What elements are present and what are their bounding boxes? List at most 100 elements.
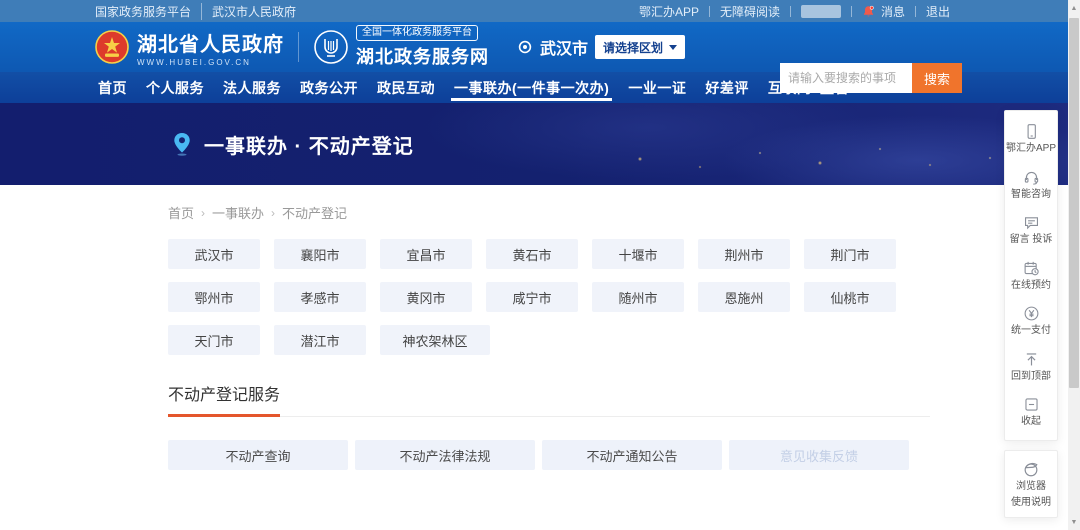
service-button[interactable]: 意见收集反馈 bbox=[729, 440, 909, 470]
nav-item[interactable]: 一事联办(一件事一次办) bbox=[451, 72, 612, 103]
topbar-messages-link[interactable]: 消息 bbox=[881, 3, 905, 20]
phone-icon bbox=[1023, 123, 1040, 140]
floating-toolbar: 鄂汇办APP 智能咨询 留言 投诉 bbox=[1004, 110, 1058, 441]
city-button[interactable]: 潜江市 bbox=[274, 325, 366, 355]
national-emblem-icon bbox=[95, 30, 129, 64]
city-button[interactable]: 宜昌市 bbox=[380, 239, 472, 269]
divider bbox=[298, 32, 299, 62]
city-button[interactable]: 十堰市 bbox=[592, 239, 684, 269]
city-button[interactable]: 荆州市 bbox=[698, 239, 790, 269]
sidebar-item-label: 收起 bbox=[1021, 416, 1041, 429]
back-to-top-icon bbox=[1023, 351, 1040, 368]
topbar-left-links: 国家政务服务平台武汉市人民政府 bbox=[95, 3, 296, 20]
nav-item[interactable]: 政民互动 bbox=[374, 72, 438, 103]
map-pin-icon bbox=[172, 132, 192, 156]
comment-icon bbox=[1023, 214, 1040, 231]
gov-title-block: 湖北省人民政府 WWW.HUBEI.GOV.CN bbox=[137, 28, 284, 67]
scrollbar-thumb[interactable] bbox=[1069, 18, 1079, 388]
username-blurred bbox=[801, 5, 841, 18]
topbar-accessibility-link[interactable]: 无障碍阅读 bbox=[720, 3, 780, 20]
bell-icon[interactable] bbox=[862, 5, 875, 18]
city-button[interactable]: 恩施州 bbox=[698, 282, 790, 312]
service-button[interactable]: 不动产查询 bbox=[168, 440, 348, 470]
gov-url: WWW.HUBEI.GOV.CN bbox=[137, 58, 284, 67]
city-button-grid: 武汉市襄阳市宜昌市黄石市十堰市荆州市荆门市鄂州市孝感市黄冈市咸宁市随州市恩施州仙… bbox=[168, 239, 912, 355]
topbar-gov-link[interactable]: 国家政务服务平台 bbox=[95, 3, 191, 20]
platform-badge: 全国一体化政务服务平台 bbox=[356, 25, 478, 41]
city-button[interactable]: 仙桃市 bbox=[804, 282, 896, 312]
breadcrumb: 首页一事联办不动产登记 bbox=[168, 203, 1080, 222]
page-banner: 一事联办 · 不动产登记 bbox=[0, 103, 1080, 185]
district-selector-button[interactable]: 请选择区划 bbox=[595, 35, 685, 59]
site-name: 湖北政务服务网 bbox=[356, 43, 489, 69]
location-icon bbox=[517, 39, 533, 55]
breadcrumb-item: 不动产登记 bbox=[271, 203, 347, 222]
current-city: 武汉市 bbox=[540, 35, 588, 59]
chevron-down-icon bbox=[669, 45, 677, 50]
sidebar-item-payment[interactable]: 统一支付 bbox=[1005, 298, 1057, 344]
city-button[interactable]: 黄石市 bbox=[486, 239, 578, 269]
service-button[interactable]: 不动产通知公告 bbox=[542, 440, 722, 470]
sidebar-item-label: 回到顶部 bbox=[1011, 371, 1051, 384]
service-button[interactable]: 不动产法律法规 bbox=[355, 440, 535, 470]
yuan-pay-icon bbox=[1023, 305, 1040, 322]
sidebar-item-feedback[interactable]: 留言 投诉 bbox=[1005, 207, 1057, 253]
page: 国家政务服务平台武汉市人民政府 鄂汇办APP 无障碍阅读 消息 退出 湖北省人民… bbox=[0, 0, 1080, 530]
sidebar-item-label: 统一支付 bbox=[1011, 325, 1051, 338]
nav-item[interactable]: 一业一证 bbox=[625, 72, 689, 103]
nav-item[interactable]: 首页 bbox=[95, 72, 130, 103]
calendar-clock-icon bbox=[1023, 260, 1040, 277]
topbar-app-link[interactable]: 鄂汇办APP bbox=[639, 3, 699, 20]
sidebar-item-consult[interactable]: 智能咨询 bbox=[1005, 162, 1057, 208]
nav-item[interactable]: 法人服务 bbox=[220, 72, 284, 103]
scrollbar[interactable]: ▲ ▼ bbox=[1068, 0, 1080, 530]
city-button[interactable]: 荆门市 bbox=[804, 239, 896, 269]
sidebar-item-label: 鄂汇办APP bbox=[1006, 143, 1056, 156]
nav-item[interactable]: 政务公开 bbox=[297, 72, 361, 103]
city-button[interactable]: 黄冈市 bbox=[380, 282, 472, 312]
city-selector-area: 武汉市 请选择区划 bbox=[517, 35, 685, 59]
search-button[interactable]: 搜索 bbox=[912, 63, 962, 93]
browser-help-line2: 使用说明 bbox=[1011, 497, 1051, 510]
sidebar-item-collapse[interactable]: 收起 bbox=[1005, 389, 1057, 435]
search-box: 搜索 bbox=[780, 63, 962, 93]
city-button[interactable]: 天门市 bbox=[168, 325, 260, 355]
headset-icon bbox=[1023, 169, 1040, 186]
breadcrumb-item: 首页 bbox=[168, 203, 194, 222]
search-input[interactable] bbox=[780, 63, 912, 93]
sidebar-item-label: 智能咨询 bbox=[1011, 189, 1051, 202]
site-title-block: 全国一体化政务服务平台 湖北政务服务网 bbox=[356, 25, 489, 69]
divider bbox=[709, 6, 710, 17]
sidebar-item-app[interactable]: 鄂汇办APP bbox=[1005, 116, 1057, 162]
topbar-gov-link[interactable]: 武汉市人民政府 bbox=[201, 3, 296, 20]
breadcrumb-link[interactable]: 不动产登记 bbox=[282, 203, 347, 222]
breadcrumb-link[interactable]: 一事联办 bbox=[212, 203, 264, 222]
city-button[interactable]: 咸宁市 bbox=[486, 282, 578, 312]
topbar-right-links: 鄂汇办APP 无障碍阅读 消息 退出 bbox=[639, 3, 950, 20]
scrollbar-up-arrow[interactable]: ▲ bbox=[1068, 2, 1080, 14]
top-utility-bar: 国家政务服务平台武汉市人民政府 鄂汇办APP 无障碍阅读 消息 退出 bbox=[0, 0, 1080, 22]
browser-help-card[interactable]: 浏览器 使用说明 bbox=[1004, 450, 1058, 518]
nav-item[interactable]: 好差评 bbox=[702, 72, 752, 103]
topbar-logout-link[interactable]: 退出 bbox=[926, 3, 950, 20]
gov-name: 湖北省人民政府 bbox=[137, 28, 284, 57]
divider bbox=[790, 6, 791, 17]
divider bbox=[915, 6, 916, 17]
scrollbar-down-arrow[interactable]: ▼ bbox=[1068, 516, 1080, 528]
browser-icon bbox=[1022, 460, 1040, 478]
nav-item[interactable]: 个人服务 bbox=[143, 72, 207, 103]
platform-logo-icon bbox=[313, 29, 349, 65]
city-button[interactable]: 孝感市 bbox=[274, 282, 366, 312]
sidebar-item-back-to-top[interactable]: 回到顶部 bbox=[1005, 344, 1057, 390]
sidebar-item-label: 在线预约 bbox=[1011, 280, 1051, 293]
city-button[interactable]: 随州市 bbox=[592, 282, 684, 312]
city-button[interactable]: 神农架林区 bbox=[380, 325, 490, 355]
city-button[interactable]: 鄂州市 bbox=[168, 282, 260, 312]
breadcrumb-link[interactable]: 首页 bbox=[168, 203, 194, 222]
city-button[interactable]: 武汉市 bbox=[168, 239, 260, 269]
sidebar-item-booking[interactable]: 在线预约 bbox=[1005, 253, 1057, 299]
sidebar-item-label: 留言 投诉 bbox=[1010, 234, 1053, 247]
service-button-row: 不动产查询不动产法律法规不动产通知公告意见收集反馈 bbox=[168, 440, 1080, 470]
browser-help-line1: 浏览器 bbox=[1016, 481, 1046, 494]
city-button[interactable]: 襄阳市 bbox=[274, 239, 366, 269]
